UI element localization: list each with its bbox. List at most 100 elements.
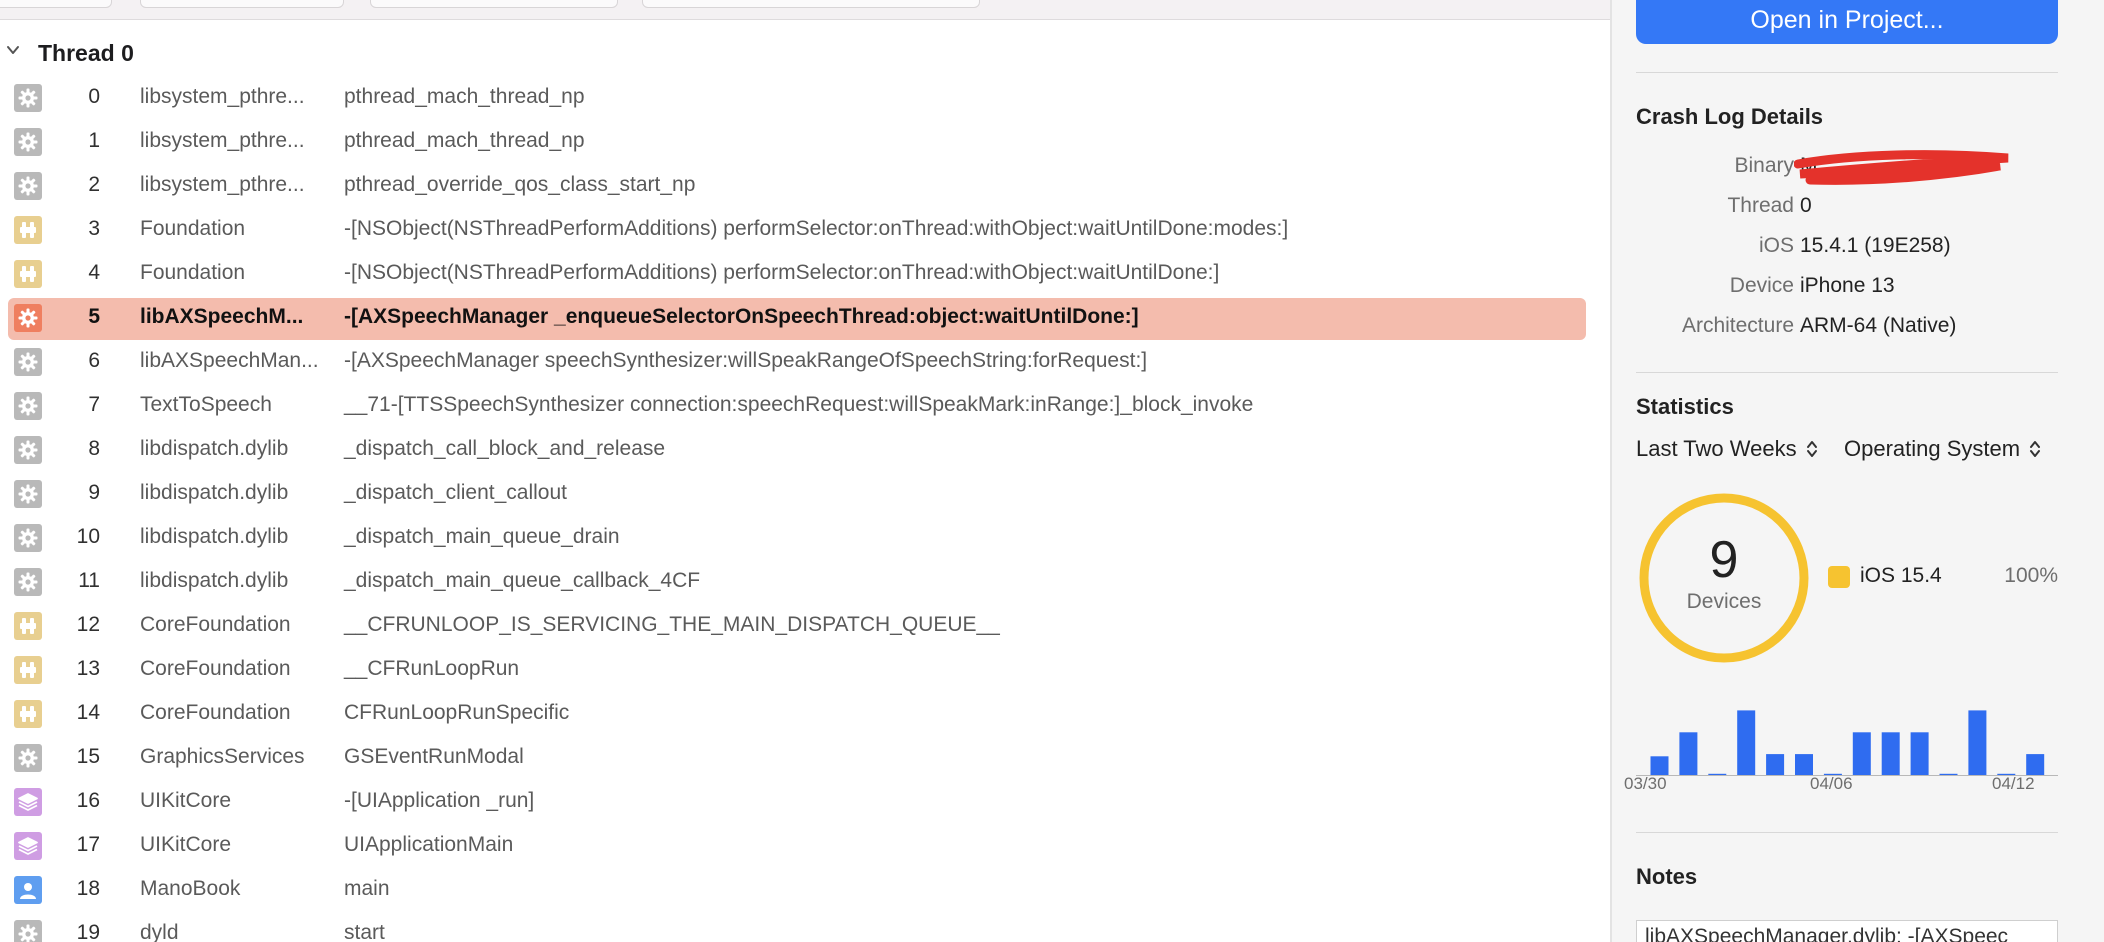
frame-row[interactable]: 13 CoreFoundation __CFRunLoopRun — [0, 648, 1600, 692]
frame-number: 15 — [76, 745, 100, 768]
chevron-down-icon[interactable] — [6, 43, 20, 57]
frame-symbol: _dispatch_call_block_and_release — [344, 437, 666, 460]
frame-row[interactable]: 6 libAXSpeechMan... -[AXSpeechManager spee… — [0, 340, 1600, 384]
frame-library: Foundation — [140, 261, 246, 284]
up-down-chevron-icon — [2030, 441, 2041, 457]
bar-04-12 — [2026, 754, 2045, 776]
toolbar-control[interactable] — [0, 0, 112, 8]
frame-row[interactable]: 9 libdispatch.dylib _dispatch_client_callo… — [0, 472, 1600, 516]
toolbar-control[interactable] — [370, 0, 618, 8]
frame-row[interactable]: 2 libsystem_pthre... pthread_override_qos_… — [0, 164, 1600, 208]
frame-row[interactable]: 19 dyld start — [0, 912, 1600, 942]
frame-row[interactable]: 15 GraphicsServices GSEventRunModal — [0, 736, 1600, 780]
gear-icon — [14, 920, 42, 942]
bar-04-06 — [1852, 732, 1871, 776]
package-icon — [14, 612, 42, 640]
frame-row[interactable]: 10 libdispatch.dylib _dispatch_main_queue_… — [0, 516, 1600, 560]
gear-icon — [14, 84, 42, 112]
frame-row[interactable]: 18 ManoBook main — [0, 868, 1600, 912]
frame-library: libsystem_pthre... — [140, 129, 305, 152]
gear-icon — [14, 392, 42, 420]
backtrace-pane: Thread 0 0 libsystem_pthre... pthread_mach… — [0, 0, 1610, 942]
frame-row[interactable]: 4 Foundation -[NSObject(NSThreadPerformAdd… — [0, 252, 1600, 296]
frame-number: 0 — [88, 85, 100, 108]
bar-04-07 — [1881, 732, 1900, 776]
frame-library: CoreFoundation — [140, 701, 291, 724]
frame-library: libAXSpeechM... — [140, 305, 304, 328]
frame-symbol: __CFRUNLOOP_IS_SERVICING_THE_MAIN_DISPAT… — [344, 613, 1000, 636]
frame-library: UIKitCore — [140, 833, 232, 856]
thread-header[interactable]: Thread 0 — [0, 36, 600, 70]
frame-symbol: main — [344, 877, 390, 900]
gear-icon — [14, 480, 42, 508]
frame-library: Foundation — [140, 217, 246, 240]
frame-symbol: pthread_mach_thread_np — [344, 85, 585, 108]
package-icon — [14, 260, 42, 288]
gear-icon — [14, 172, 42, 200]
frame-symbol: -[NSObject(NSThreadPerformAdditions) per… — [344, 217, 1289, 240]
detail-label-device: Device — [1729, 274, 1794, 297]
x-tick-label: 04/06 — [1810, 774, 1853, 793]
frame-list: 0 libsystem_pthre... pthread_mach_thread_n… — [0, 76, 1600, 942]
thread-title: Thread 0 — [38, 40, 134, 66]
frame-symbol: __71-[TTSSpeechSynthesizer connection:sp… — [344, 393, 1254, 416]
gear-icon — [14, 524, 42, 552]
group-popup-label: Operating System — [1844, 436, 2021, 461]
frame-row[interactable]: 7 TextToSpeech __71-[TTSSpeechSynthesizer … — [0, 384, 1600, 428]
frame-number: 9 — [88, 481, 100, 504]
frame-library: libdispatch.dylib — [140, 481, 289, 504]
period-popup[interactable]: Last Two Weeks — [1636, 436, 1819, 462]
frame-row[interactable]: 16 UIKitCore -[UIApplication _run] — [0, 780, 1600, 824]
frame-symbol: GSEventRunModal — [344, 745, 524, 768]
frame-library: CoreFoundation — [140, 657, 291, 680]
separator — [1636, 72, 2058, 73]
inspector-pane: Open in Project... Crash Log Details Bin… — [1612, 0, 2104, 942]
frame-number: 3 — [88, 217, 100, 240]
device-count-label: Devices — [1686, 590, 1762, 613]
x-tick-label: 03/30 — [1624, 774, 1667, 793]
frame-row[interactable]: 0 libsystem_pthre... pthread_mach_thread_n… — [0, 76, 1600, 120]
frame-number: 16 — [76, 789, 100, 812]
frame-symbol: -[NSObject(NSThreadPerformAdditions) per… — [344, 261, 1220, 284]
frame-library: libdispatch.dylib — [140, 525, 289, 548]
frame-symbol: -[AXSpeechManager speechSynthesizer:will… — [344, 349, 1148, 372]
x-tick-label: 04/12 — [1992, 774, 2035, 793]
notes-field[interactable]: libAXSpeechManager.dylib: -[AXSpeec — [1636, 920, 2058, 942]
frame-library: ManoBook — [140, 877, 241, 900]
detail-value-device: iPhone 13 — [1800, 274, 1895, 297]
frame-number: 1 — [88, 129, 100, 152]
package-icon — [14, 216, 42, 244]
detail-label-binary: Binary — [1734, 154, 1794, 177]
frame-row[interactable]: 14 CoreFoundation CFRunLoopRunSpecific — [0, 692, 1600, 736]
frame-row[interactable]: 12 CoreFoundation __CFRUNLOOP_IS_SERVICING… — [0, 604, 1600, 648]
open-in-project-button[interactable]: Open in Project... — [1636, 0, 2058, 44]
toolbar-control[interactable] — [642, 0, 980, 8]
frame-number: 12 — [76, 613, 100, 636]
frame-number: 10 — [76, 525, 100, 548]
bar-04-02 — [1737, 710, 1756, 776]
bar-04-04 — [1795, 754, 1813, 776]
frame-symbol: pthread_override_qos_class_start_np — [344, 173, 696, 196]
frame-number: 13 — [76, 657, 100, 680]
group-popup[interactable]: Operating System — [1844, 436, 2042, 462]
frame-row[interactable]: 3 Foundation -[NSObject(NSThreadPerformAdd… — [0, 208, 1600, 252]
frame-row[interactable]: 1 libsystem_pthre... pthread_mach_thread_n… — [0, 120, 1600, 164]
frame-row[interactable]: 17 UIKitCore UIApplicationMain — [0, 824, 1600, 868]
legend-name: iOS 15.4 — [1860, 564, 1942, 587]
frame-row-selected[interactable]: 5 libAXSpeechM... -[AXSpeechManager _enque… — [0, 296, 1600, 340]
toolbar-strip — [0, 0, 1610, 20]
frame-library: CoreFoundation — [140, 613, 291, 636]
period-popup-label: Last Two Weeks — [1636, 436, 1797, 461]
legend-percent: 100% — [2004, 564, 2058, 587]
gear-icon — [14, 348, 42, 376]
toolbar-control[interactable] — [140, 0, 344, 8]
frame-row[interactable]: 11 libdispatch.dylib _dispatch_main_queue_… — [0, 560, 1600, 604]
crash-log-details-title: Crash Log Details — [1636, 104, 1824, 129]
frame-row[interactable]: 8 libdispatch.dylib _dispatch_call_block_a… — [0, 428, 1600, 472]
frame-number: 19 — [76, 921, 100, 942]
frame-number: 11 — [78, 569, 100, 592]
legend-swatch — [1828, 566, 1850, 588]
frame-symbol: _dispatch_client_callout — [344, 481, 567, 504]
frame-number: 17 — [76, 833, 100, 856]
frame-library: libAXSpeechMan... — [140, 349, 319, 372]
